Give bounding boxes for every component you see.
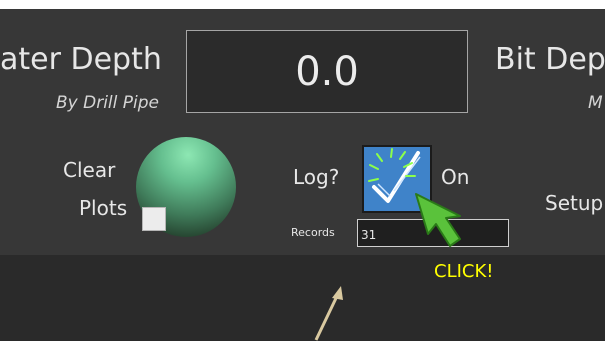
click-annotation: CLICK! bbox=[434, 261, 494, 282]
setup-button[interactable]: Setup bbox=[545, 191, 603, 215]
pointer-arrow-icon bbox=[314, 286, 343, 341]
clear-plots-checkbox[interactable] bbox=[142, 207, 166, 231]
log-state-label: On bbox=[441, 165, 470, 189]
clear-plots-label-line1: Clear bbox=[63, 158, 116, 182]
records-label: Records bbox=[291, 226, 335, 239]
water-depth-subtitle: By Drill Pipe bbox=[56, 93, 160, 113]
bit-depth-subtitle: M bbox=[588, 93, 603, 113]
water-depth-display: 0.0 bbox=[186, 30, 468, 113]
cursor-arrow-icon bbox=[415, 193, 461, 247]
clear-plots-label-line2: Plots bbox=[79, 196, 128, 220]
plot-area bbox=[0, 255, 605, 341]
log-label: Log? bbox=[293, 165, 340, 189]
bit-depth-title: Bit Dep bbox=[495, 42, 605, 77]
water-depth-title: ater Depth bbox=[0, 42, 162, 77]
